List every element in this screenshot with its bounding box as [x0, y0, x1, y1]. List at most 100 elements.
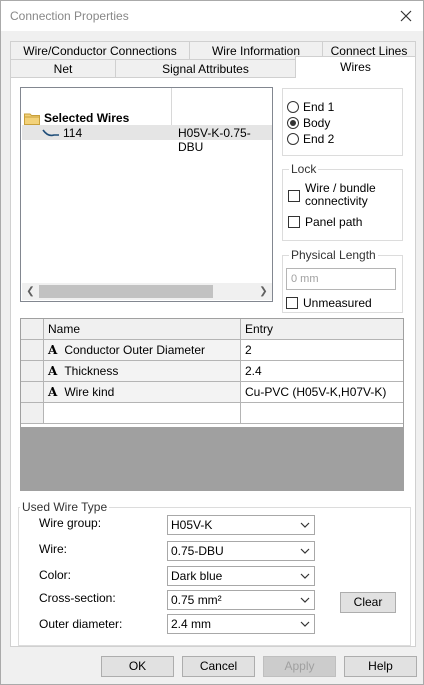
wire-group-value: H05V-K	[171, 518, 213, 532]
grid-new-row[interactable]	[21, 403, 403, 424]
connection-properties-dialog: Connection Properties Wire/Conductor Con…	[0, 0, 424, 685]
attribute-icon: A	[48, 385, 58, 399]
attribute-name: Wire kind	[64, 385, 115, 399]
window-title: Connection Properties	[10, 9, 129, 23]
tree-column-divider	[171, 88, 172, 127]
checkbox-panel-path-label: Panel path	[305, 215, 363, 229]
chevron-down-icon	[300, 621, 310, 627]
grid-cell-name: A Wire kind	[44, 382, 241, 403]
grid-header-name[interactable]: Name	[44, 319, 241, 340]
attribute-icon: A	[48, 343, 58, 357]
radio-body[interactable]: Body	[287, 116, 330, 130]
checkbox-panel-path-box	[288, 216, 300, 228]
folder-icon	[24, 113, 40, 125]
radio-body-label: Body	[303, 116, 331, 130]
checkbox-panel-path[interactable]: Panel path	[288, 215, 362, 229]
tab-net[interactable]: Net	[10, 59, 116, 78]
attribute-grid-body: Name Entry A Conductor Outer Diameter 2 A…	[21, 319, 403, 427]
chevron-down-icon	[300, 522, 310, 528]
physical-length-input[interactable]: 0 mm	[286, 268, 396, 290]
wire-label: Wire:	[39, 542, 67, 556]
grid-cell-name: A Conductor Outer Diameter	[44, 340, 241, 361]
radio-end-2-indicator	[287, 133, 299, 145]
color-label: Color:	[39, 568, 72, 582]
physical-length-group: Physical Length 0 mm Unmeasured	[282, 248, 403, 313]
attribute-grid: Name Entry A Conductor Outer Diameter 2 A…	[20, 318, 404, 491]
tab-wires[interactable]: Wires	[295, 56, 416, 78]
physical-length-title: Physical Length	[289, 248, 378, 262]
wire-icon	[42, 129, 59, 137]
attribute-icon: A	[48, 364, 58, 378]
color-select[interactable]: Dark blue	[167, 566, 315, 586]
apply-button[interactable]: Apply	[263, 656, 336, 677]
radio-end-1[interactable]: End 1	[287, 100, 334, 114]
lock-group: Lock Wire / bundle connectivity Panel pa…	[282, 162, 403, 241]
wire-type-code: H05V-K-0.75-DBU	[178, 126, 251, 154]
radio-end-2-label: End 2	[303, 132, 335, 146]
attribute-name: Conductor Outer Diameter	[64, 343, 206, 357]
ok-button[interactable]: OK	[101, 656, 174, 677]
outer-diameter-select[interactable]: 2.4 mm	[167, 614, 315, 634]
tree-row-wire[interactable]: 114 H05V-K-0.75-DBU	[22, 125, 272, 154]
checkbox-unmeasured-label: Unmeasured	[303, 296, 372, 310]
grid-cell-name-empty[interactable]	[44, 403, 241, 424]
lock-group-title: Lock	[289, 162, 319, 176]
grid-header-entry[interactable]: Entry	[241, 319, 403, 340]
chevron-down-icon	[300, 548, 310, 554]
wire-group-label: Wire group:	[39, 516, 102, 530]
scroll-thumb[interactable]	[39, 285, 213, 298]
grid-cell-name: A Thickness	[44, 361, 241, 382]
tab-signal-attributes[interactable]: Signal Attributes	[115, 59, 296, 78]
outer-diameter-value: 2.4 mm	[171, 617, 212, 631]
row-header[interactable]	[21, 403, 44, 424]
title-bar: Connection Properties	[1, 1, 423, 31]
wire-select[interactable]: 0.75-DBU	[167, 541, 315, 561]
help-button[interactable]: Help	[344, 656, 417, 677]
row-header[interactable]	[21, 382, 44, 403]
color-value: Dark blue	[171, 569, 223, 583]
checkbox-unmeasured-box	[286, 297, 298, 309]
wire-number: 114	[63, 126, 83, 140]
wire-group-select[interactable]: H05V-K	[167, 515, 315, 535]
row-header[interactable]	[21, 340, 44, 361]
attribute-name: Thickness	[64, 364, 119, 378]
radio-body-indicator	[287, 117, 299, 129]
tree-header-label: Selected Wires	[44, 111, 130, 125]
used-wire-type-title: Used Wire Type	[20, 500, 110, 514]
grid-cell-entry[interactable]: 2.4	[241, 361, 403, 382]
chevron-down-icon	[300, 597, 310, 603]
checkbox-unmeasured[interactable]: Unmeasured	[286, 296, 372, 310]
close-button[interactable]	[395, 5, 417, 27]
scroll-right-icon[interactable]: ❯	[255, 283, 272, 300]
chevron-down-icon	[300, 573, 310, 579]
row-header[interactable]	[21, 361, 44, 382]
checkbox-wire-bundle-label: Wire / bundle connectivity	[305, 181, 376, 208]
clear-button[interactable]: Clear	[340, 592, 396, 613]
outer-diameter-label: Outer diameter:	[39, 617, 123, 631]
scroll-left-icon[interactable]: ❮	[22, 283, 39, 300]
tab-wire-conductor-connections[interactable]: Wire/Conductor Connections	[10, 41, 190, 60]
grid-cell-entry[interactable]: Cu-PVC (H05V-K,H07V-K)	[241, 382, 403, 403]
radio-end-2[interactable]: End 2	[287, 132, 334, 146]
grid-cell-entry[interactable]: 2	[241, 340, 403, 361]
position-group: End 1 Body End 2	[282, 88, 403, 156]
cross-section-select[interactable]: 0.75 mm²	[167, 590, 315, 610]
grid-cell-entry-empty[interactable]	[241, 403, 403, 424]
cross-section-value: 0.75 mm²	[171, 593, 222, 607]
radio-end-1-label: End 1	[303, 100, 335, 114]
tree-horizontal-scrollbar[interactable]: ❮ ❯	[22, 283, 272, 300]
grid-row[interactable]: A Wire kind Cu-PVC (H05V-K,H07V-K)	[21, 382, 403, 403]
cancel-button[interactable]: Cancel	[182, 656, 255, 677]
grid-row[interactable]: A Conductor Outer Diameter 2	[21, 340, 403, 361]
grid-corner	[21, 319, 44, 340]
close-icon	[400, 10, 412, 22]
tree-header-selected-wires[interactable]: Selected Wires	[24, 110, 129, 126]
wire-value: 0.75-DBU	[171, 544, 224, 558]
radio-end-1-indicator	[287, 101, 299, 113]
cross-section-label: Cross-section:	[39, 591, 116, 605]
checkbox-wire-bundle-connectivity[interactable]: Wire / bundle connectivity	[288, 182, 385, 208]
checkbox-wire-bundle-box	[288, 190, 300, 202]
selected-wires-tree[interactable]: Selected Wires 114 H05V-K-0.75-DBU ❮ ❯	[20, 87, 273, 302]
grid-row[interactable]: A Thickness 2.4	[21, 361, 403, 382]
grid-header-row: Name Entry	[21, 319, 403, 340]
